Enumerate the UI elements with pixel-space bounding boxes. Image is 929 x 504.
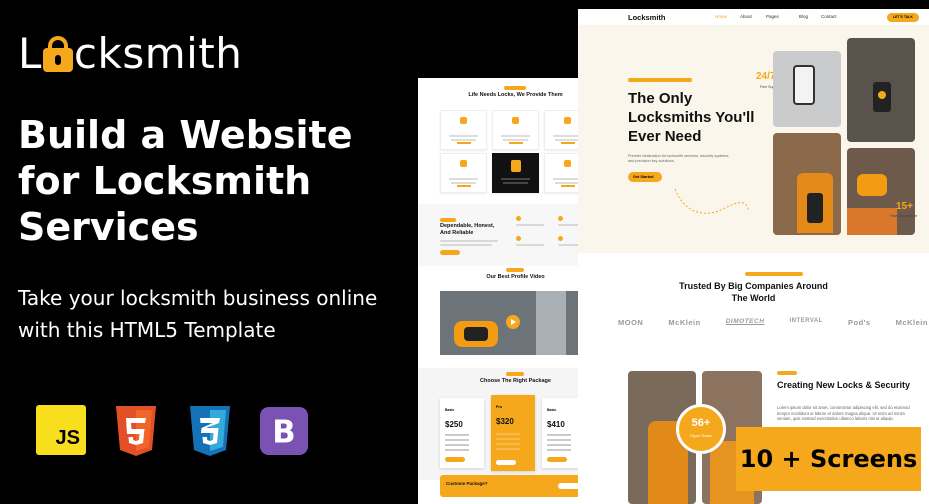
- logo-prefix: L: [18, 28, 42, 78]
- stat-years-label: Years Experience: [890, 214, 918, 218]
- nav-about[interactable]: About: [740, 14, 752, 19]
- hero-text: Premier destination for locksmith servic…: [628, 154, 730, 163]
- section-title-pricing: Choose The Right Package: [480, 378, 551, 384]
- stat-years-value: 15+: [896, 201, 913, 212]
- tech-badges: JS B: [36, 405, 308, 457]
- nav-cta-button[interactable]: LET'S TALK: [887, 13, 919, 22]
- headline: Build a Website for Locksmith Services: [18, 113, 353, 249]
- company-logo: INTERVAL: [789, 318, 823, 324]
- company-logo: McKlein: [895, 318, 928, 327]
- mockup-brand: Locksmith: [628, 13, 666, 22]
- section-title-about: Dependable, Honest, And Reliable: [440, 223, 495, 236]
- photo-phone-lock: [773, 51, 841, 127]
- bootstrap-icon: B: [260, 405, 308, 457]
- section-title-video: Our Best Profile Video: [486, 274, 545, 280]
- service-card: [440, 153, 487, 193]
- section-title-services: Life Needs Locks, We Provide Them: [468, 92, 563, 98]
- dashed-arrow-icon: [674, 188, 750, 214]
- price-button[interactable]: [445, 457, 465, 462]
- section-title-security: Creating New Locks & Security: [777, 380, 911, 390]
- svg-text:B: B: [272, 415, 295, 451]
- company-logo: MOON: [618, 318, 644, 327]
- nav-pages[interactable]: Pages: [766, 14, 779, 19]
- trusted-title: Trusted By Big Companies Around The Worl…: [679, 281, 828, 303]
- custom-package-banner: Custome Package?: [440, 475, 588, 497]
- company-logo: Pod's: [847, 318, 871, 327]
- company-logo: DIMOTECH: [725, 318, 765, 325]
- section-text-security: Lorem ipsum dolor sit amet, consectetur …: [777, 405, 910, 421]
- photo-locksmith-worker: [773, 133, 841, 235]
- navbar: Locksmith Home About Pages Blog Contact …: [578, 9, 929, 25]
- get-started-button[interactable]: Get Started: [628, 172, 662, 182]
- photo-drill: [847, 148, 915, 235]
- video-thumbnail[interactable]: [440, 291, 588, 355]
- price-value: $320: [496, 417, 514, 426]
- padlock-icon: [42, 34, 73, 72]
- price-card-featured: Pro $320: [491, 395, 535, 471]
- brand-logo: L cksmith: [18, 28, 242, 78]
- css3-icon: [186, 405, 234, 457]
- price-button[interactable]: [496, 460, 516, 465]
- photo-smart-lock: [847, 38, 915, 142]
- about-button[interactable]: [440, 250, 460, 255]
- logo-suffix: cksmith: [73, 28, 243, 78]
- nav-contact[interactable]: Contact: [821, 14, 837, 19]
- nav-home[interactable]: Home: [715, 14, 727, 19]
- company-logo: McKlein: [668, 318, 701, 327]
- html5-icon: [112, 405, 160, 457]
- nav-blog[interactable]: Blog: [799, 14, 808, 19]
- company-logos: MOON McKlein DIMOTECH INTERVAL Pod's McK…: [618, 318, 928, 327]
- service-card: [440, 110, 487, 150]
- price-button[interactable]: [547, 457, 567, 462]
- price-value: $250: [445, 420, 463, 429]
- hero-title: The Only Locksmiths You'll Ever Need: [628, 90, 755, 145]
- price-value: $410: [547, 420, 565, 429]
- price-card: Basic $250: [440, 398, 484, 468]
- service-card: [492, 110, 539, 150]
- javascript-icon: JS: [36, 405, 86, 455]
- experts-badge: 56+ Expert Teams: [676, 404, 726, 454]
- screens-badge: 10 + Screens: [736, 427, 921, 491]
- play-icon[interactable]: [506, 315, 520, 329]
- subheadline: Take your locksmith business online with…: [18, 286, 378, 342]
- service-card-highlighted: [492, 153, 539, 193]
